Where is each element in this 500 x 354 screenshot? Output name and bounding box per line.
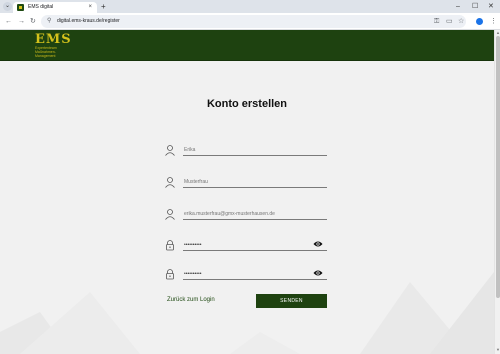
minimize-button[interactable]: – bbox=[456, 1, 460, 12]
url-text[interactable]: digital.ems-kraus.de/register bbox=[57, 18, 120, 25]
tab-title: EMS digital bbox=[28, 4, 54, 10]
forward-icon[interactable]: → bbox=[18, 16, 25, 27]
email-input[interactable] bbox=[183, 208, 327, 220]
password-confirm-input[interactable] bbox=[183, 268, 327, 280]
submit-button[interactable]: SENDEN bbox=[256, 294, 327, 308]
person-icon bbox=[165, 209, 175, 220]
password-field bbox=[164, 237, 327, 257]
page-title: Konto erstellen bbox=[206, 98, 288, 110]
password-confirm-field bbox=[164, 266, 327, 286]
close-window-button[interactable]: ✕ bbox=[488, 1, 494, 12]
person-icon bbox=[165, 145, 175, 156]
email-field bbox=[164, 206, 327, 226]
star-icon[interactable]: ☆ bbox=[458, 16, 464, 27]
last-name-field bbox=[164, 174, 327, 194]
site-info-icon[interactable]: ⚲ bbox=[47, 17, 51, 26]
reload-icon[interactable]: ↻ bbox=[30, 16, 36, 27]
lock-icon bbox=[166, 269, 174, 280]
address-bar[interactable]: ⚲ digital.ems-kraus.de/register bbox=[41, 15, 466, 28]
scroll-thumb[interactable] bbox=[496, 36, 500, 298]
browser-tabstrip: ⌄ EMS digital × + – ☐ ✕ bbox=[0, 0, 500, 13]
browser-tab[interactable]: EMS digital × bbox=[13, 2, 97, 13]
password-input[interactable] bbox=[183, 239, 327, 251]
cast-icon[interactable]: ▭ bbox=[446, 16, 453, 27]
menu-icon[interactable]: ⋮ bbox=[490, 16, 497, 27]
person-icon bbox=[165, 177, 175, 188]
back-icon[interactable]: ← bbox=[5, 16, 12, 27]
key-icon[interactable]: ⚿ bbox=[434, 16, 439, 27]
logo-tagline-3: Management bbox=[35, 54, 56, 58]
maximize-button[interactable]: ☐ bbox=[472, 1, 478, 12]
tab-search-icon[interactable]: ⌄ bbox=[3, 2, 12, 11]
tab-close-icon[interactable]: × bbox=[88, 3, 92, 11]
browser-toolbar: ← → ↻ ⚲ digital.ems-kraus.de/register ⚿ … bbox=[0, 13, 500, 30]
show-password-icon[interactable] bbox=[313, 269, 323, 277]
lock-icon bbox=[166, 240, 174, 251]
first-name-field bbox=[164, 142, 327, 162]
ems-logo[interactable]: EMS Expertenteam Maßnahmen- Management bbox=[35, 33, 95, 58]
logo-mark: EMS bbox=[35, 32, 72, 47]
profile-avatar[interactable] bbox=[476, 18, 483, 25]
scroll-up-icon[interactable]: ▲ bbox=[496, 31, 500, 35]
favicon-icon bbox=[17, 4, 24, 11]
scroll-down-icon[interactable]: ▼ bbox=[496, 348, 500, 352]
first-name-input[interactable] bbox=[183, 144, 327, 156]
show-password-icon[interactable] bbox=[313, 240, 323, 248]
site-header: EMS Expertenteam Maßnahmen- Management bbox=[0, 30, 494, 61]
page-scrollbar[interactable]: ▲ ▼ bbox=[494, 30, 500, 354]
last-name-input[interactable] bbox=[183, 176, 327, 188]
new-tab-button[interactable]: + bbox=[101, 1, 106, 12]
back-to-login-link[interactable]: Zurück zum Login bbox=[167, 296, 215, 304]
